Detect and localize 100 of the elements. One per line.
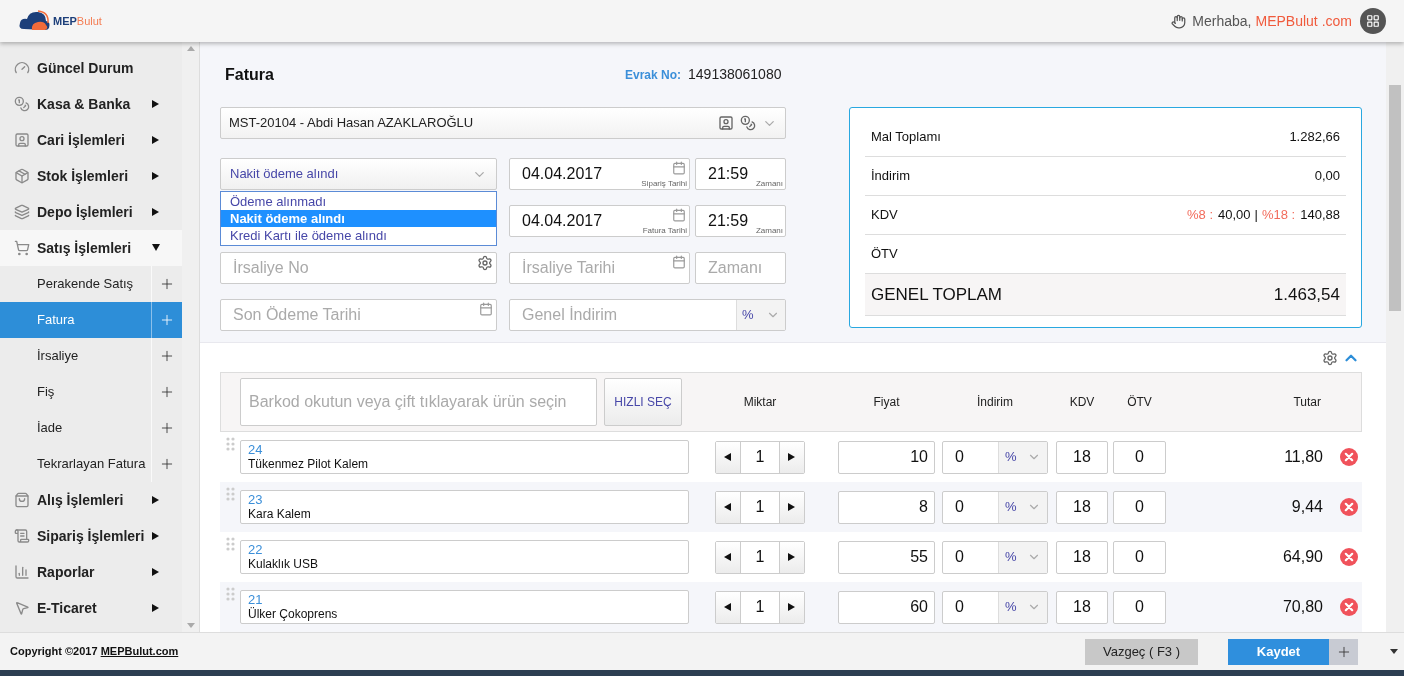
unit-select[interactable]: % (998, 541, 1047, 573)
vat-field[interactable]: 18 (1056, 440, 1108, 474)
quantity-stepper[interactable]: 1 (715, 490, 805, 524)
product-field[interactable]: 24 Tükenmez Pilot Kalem (240, 440, 689, 474)
increase-icon (788, 453, 796, 461)
total-label: ÖTV (871, 245, 899, 264)
time-field[interactable]: 21:59 Zamanı (695, 158, 786, 190)
delete-icon[interactable] (1340, 448, 1358, 466)
caret-right-icon (152, 172, 160, 180)
vat-field[interactable]: 18 (1056, 590, 1108, 624)
discount-field[interactable]: 0 % (942, 440, 1048, 474)
sidebar-item[interactable]: Kasa & Banka (0, 86, 182, 122)
increase-icon (788, 553, 796, 561)
unit-select[interactable]: % (998, 591, 1047, 623)
settings-icon[interactable] (477, 255, 493, 271)
product-field[interactable]: 22 Kulaklık USB (240, 540, 689, 574)
quantity-stepper[interactable]: 1 (715, 540, 805, 574)
tax-rate: %8 : (1187, 206, 1214, 225)
column-header: ÖTV (1126, 394, 1153, 411)
product-field[interactable]: 21 Ülker Çokoprens (240, 590, 689, 624)
unit-select[interactable]: % (998, 441, 1047, 473)
caret-down-icon (152, 244, 160, 252)
scroll-down-icon[interactable] (1390, 649, 1398, 654)
excise-field[interactable]: 0 (1113, 440, 1166, 474)
layers-icon (14, 204, 30, 220)
drag-handle-icon[interactable] (225, 437, 235, 451)
plus-icon[interactable] (159, 420, 175, 436)
column-header: Fiyat (872, 394, 901, 411)
excise-field[interactable]: 0 (1113, 590, 1166, 624)
calendar-icon (672, 255, 686, 269)
discount-field[interactable]: 0 % (942, 590, 1048, 624)
caret-right-icon (152, 532, 160, 540)
caret-right-icon (152, 568, 160, 576)
discount-field[interactable]: 0 % (942, 540, 1048, 574)
drag-handle-icon[interactable] (225, 587, 235, 601)
column-header: KDV (1068, 394, 1096, 411)
sidebar-subitem[interactable]: Fatura (0, 302, 182, 338)
plus-icon[interactable] (159, 276, 175, 292)
time-field[interactable]: 21:59 Zamanı (695, 205, 786, 237)
product-field[interactable]: 23 Kara Kalem (240, 490, 689, 524)
delete-icon[interactable] (1340, 598, 1358, 616)
sidebar-item[interactable]: Raporlar (0, 554, 182, 590)
excise-field[interactable]: 0 (1113, 490, 1166, 524)
payment-select[interactable]: Nakit ödeme alındı (220, 158, 497, 190)
sidebar-item[interactable]: Sipariş İşlemleri (0, 518, 182, 554)
row-total: 9,44 (1290, 497, 1324, 517)
total-label: Mal Toplamı (871, 128, 942, 147)
quantity-stepper[interactable]: 1 (715, 590, 805, 624)
sidebar-item[interactable]: E-Ticaret (0, 590, 182, 626)
plus-icon[interactable] (159, 312, 175, 328)
decrease-icon (724, 503, 732, 511)
sidebar-item[interactable]: Güncel Durum (0, 50, 182, 86)
plus-icon[interactable] (159, 384, 175, 400)
general-discount-field[interactable]: Genel İndirim % (509, 299, 786, 331)
sidebar-item[interactable]: Stok İşlemleri (0, 158, 182, 194)
price-field[interactable]: 8 (838, 490, 935, 524)
contact-card-icon[interactable] (718, 115, 734, 131)
apps-button[interactable] (1360, 8, 1386, 34)
unit-select[interactable]: % (998, 491, 1047, 523)
coins-icon[interactable] (740, 115, 756, 131)
coins-icon (14, 96, 30, 112)
sidebar-item[interactable]: Alış İşlemleri (0, 482, 182, 518)
quick-select-button[interactable]: HIZLI SEÇ (604, 378, 682, 426)
decrease-icon (724, 453, 732, 461)
sidebar-item[interactable]: Cari İşlemleri (0, 122, 182, 158)
discount-field[interactable]: 0 % (942, 490, 1048, 524)
sidebar-item[interactable]: Depo İşlemleri (0, 194, 182, 230)
column-header: Tutar (1292, 394, 1322, 411)
copyright-link[interactable]: MEPBulut.com (100, 645, 179, 658)
drag-handle-icon[interactable] (225, 487, 235, 501)
settings-icon[interactable] (1322, 349, 1338, 366)
vat-field[interactable]: 18 (1056, 490, 1108, 524)
date-field[interactable]: 04.04.2017 Fatura Tarihi (509, 205, 690, 237)
box-icon (14, 168, 30, 184)
quantity-stepper[interactable]: 1 (715, 440, 805, 474)
date-field[interactable]: 04.04.2017 Sipariş Tarihi (509, 158, 690, 190)
sidebar-scrollbar[interactable] (182, 42, 200, 632)
delete-icon[interactable] (1340, 498, 1358, 516)
page-scrollbar[interactable] (1386, 42, 1404, 632)
save-new-button[interactable] (1329, 638, 1358, 665)
plus-icon[interactable] (159, 456, 175, 472)
customer-select[interactable]: MST-20104 - Abdi Hasan AZAKLAROĞLU (220, 107, 786, 139)
cancel-button[interactable]: Vazgeç ( F3 ) (1085, 638, 1198, 665)
price-field[interactable]: 55 (838, 540, 935, 574)
logo[interactable]: MEPBulut (18, 9, 102, 33)
excise-field[interactable]: 0 (1113, 540, 1166, 574)
plus-icon[interactable] (159, 348, 175, 364)
scroll-up-icon[interactable] (186, 46, 195, 51)
cart-icon (14, 240, 30, 256)
separator: | (1254, 206, 1258, 225)
dropdown-option[interactable]: Ödeme alınmadı (221, 193, 496, 210)
price-field[interactable]: 60 (838, 590, 935, 624)
dropdown-option[interactable]: Kredi Kartı ile ödeme alındı (221, 227, 496, 244)
price-field[interactable]: 10 (838, 440, 935, 474)
hand-icon (1171, 13, 1187, 29)
delete-icon[interactable] (1340, 548, 1358, 566)
pointer-icon (14, 600, 30, 616)
vat-field[interactable]: 18 (1056, 540, 1108, 574)
drag-handle-icon[interactable] (225, 537, 235, 551)
unit-select[interactable]: % (736, 300, 785, 330)
